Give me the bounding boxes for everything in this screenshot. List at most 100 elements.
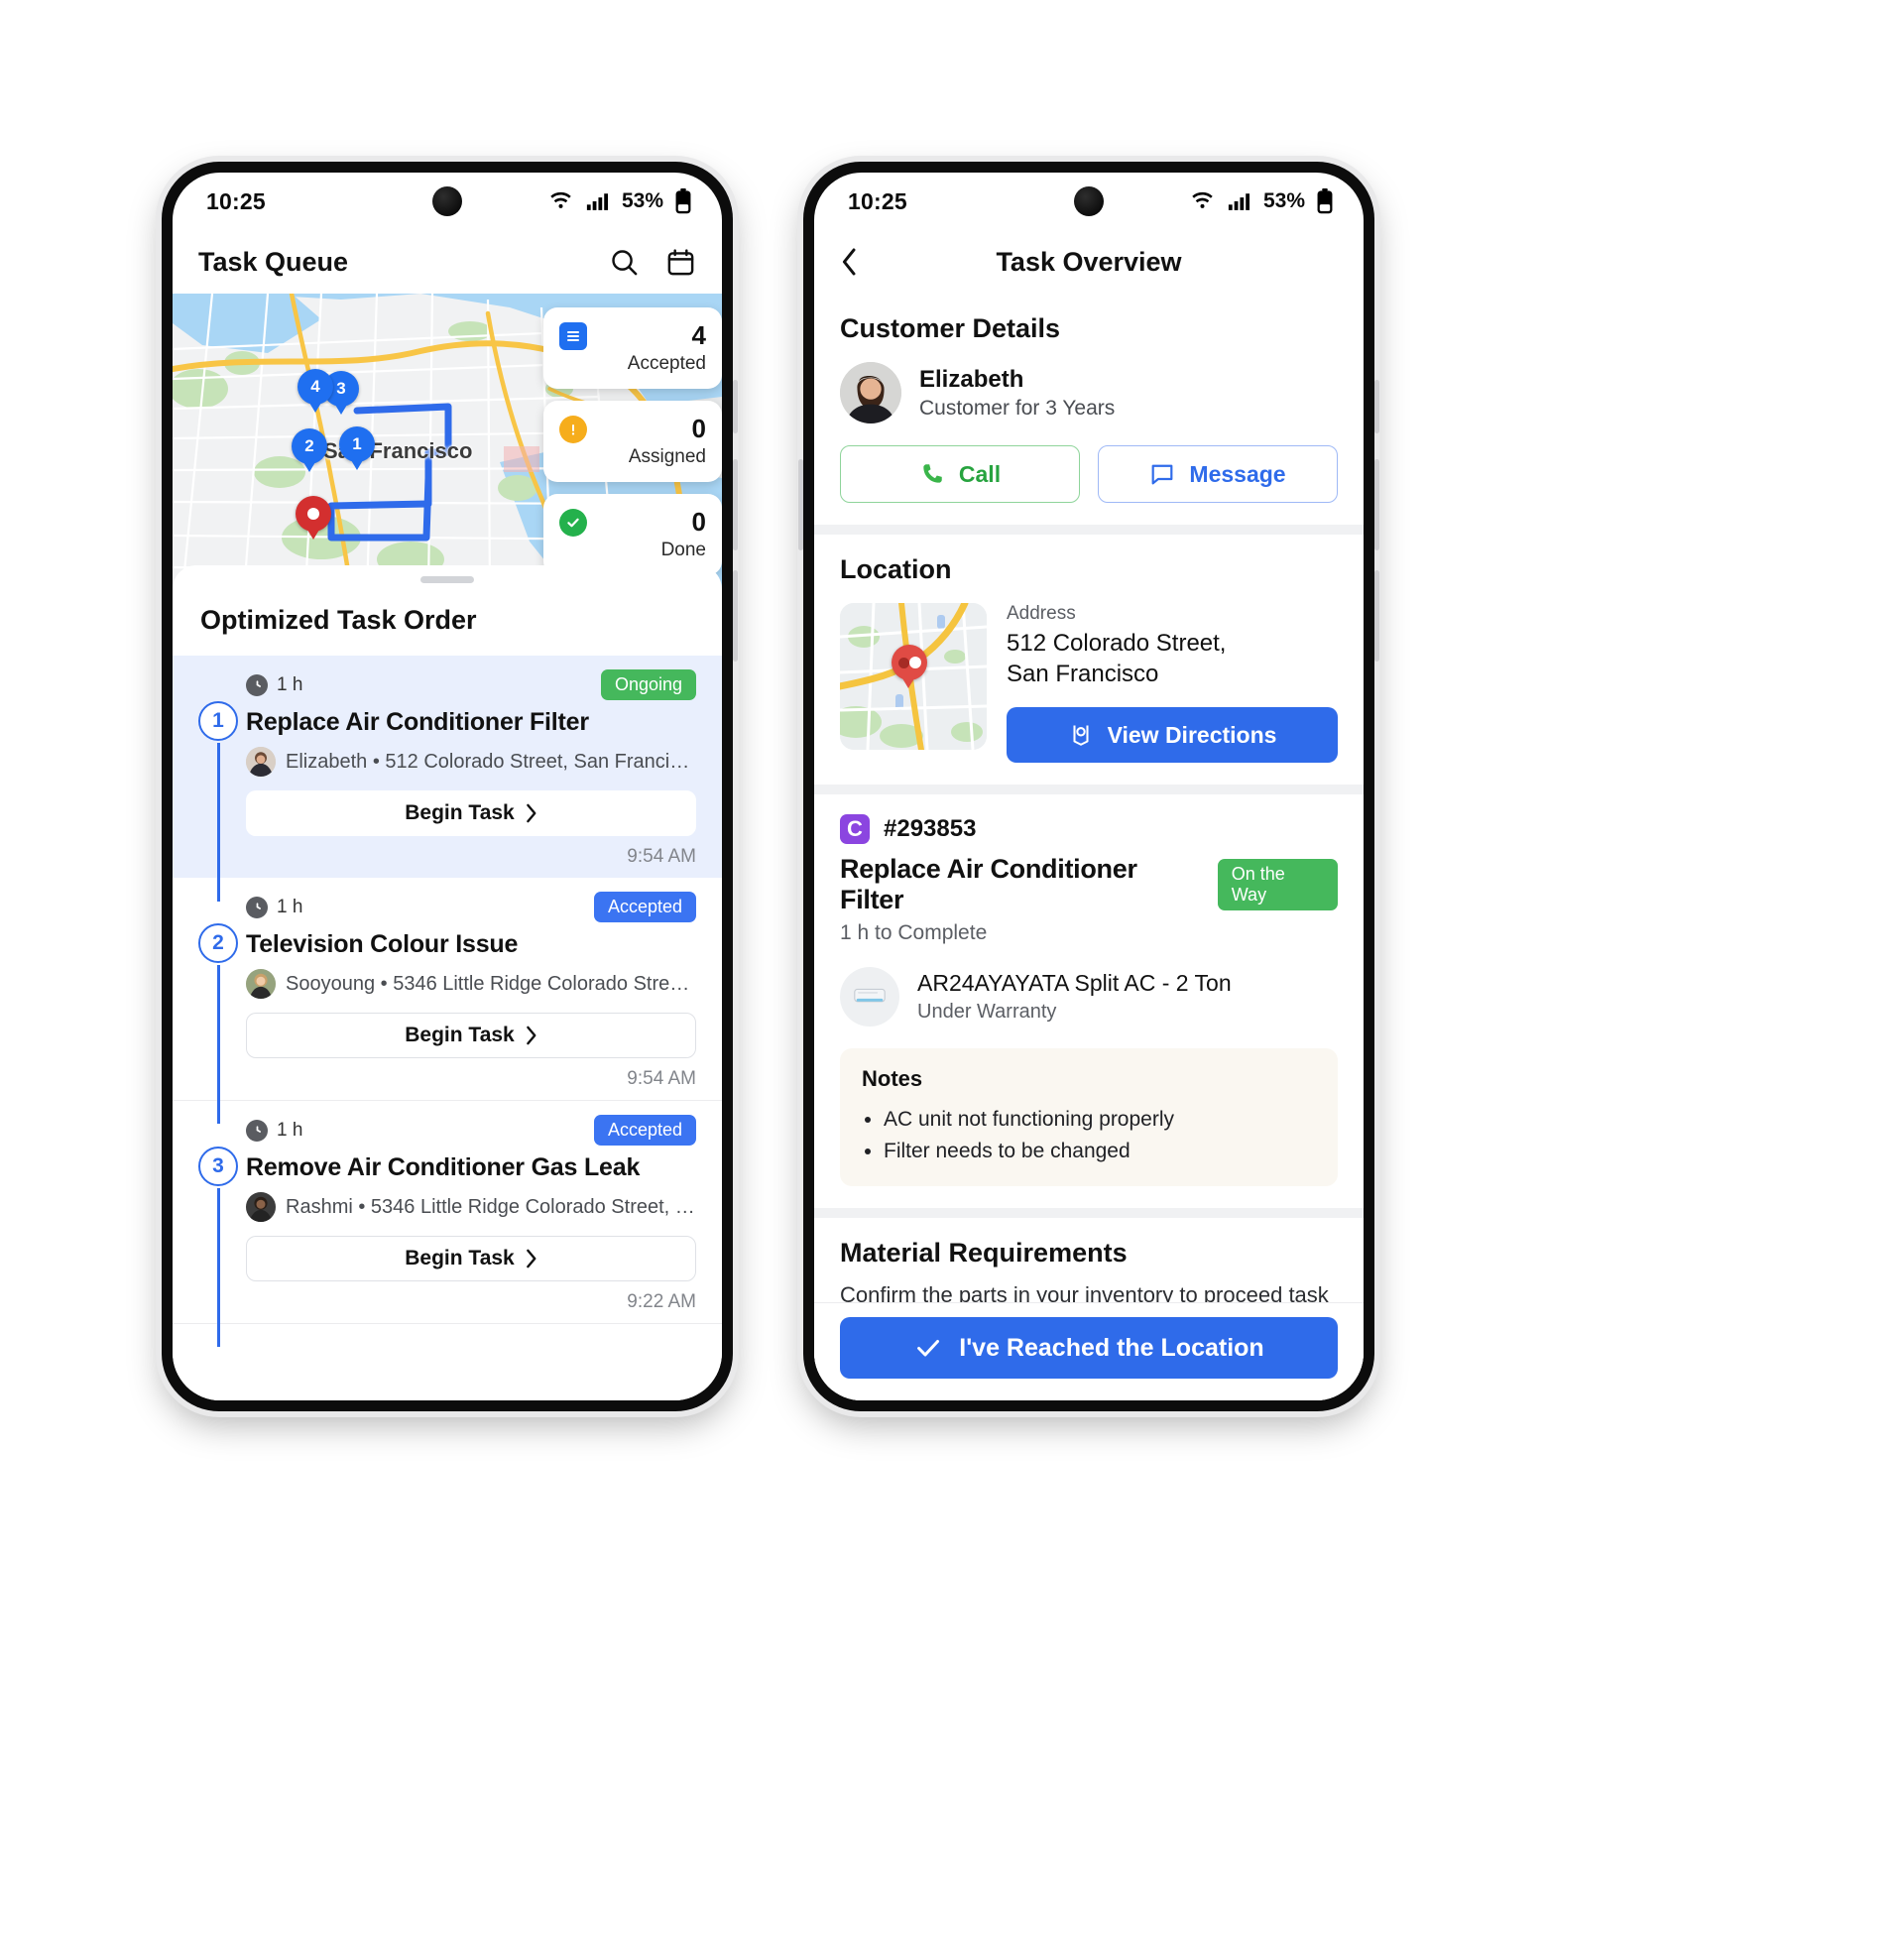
map-pin-4[interactable]: 4 (298, 369, 333, 415)
begin-task-label: Begin Task (405, 801, 515, 824)
location-minimap[interactable] (840, 603, 987, 750)
stat-value: 0 (691, 414, 706, 443)
table-row[interactable]: 2 1 h Accepted Television Colour Issue S… (173, 878, 722, 1124)
step-number: 3 (198, 1147, 238, 1186)
table-row[interactable]: 1 1 h Ongoing Replace Air Conditioner Fi… (173, 656, 722, 902)
clock-icon (246, 673, 268, 696)
begin-task-button[interactable]: Begin Task (246, 790, 696, 836)
footer-action-bar: I've Reached the Location (814, 1302, 1364, 1400)
notes-card: Notes AC unit not functioning properly F… (840, 1048, 1338, 1187)
task-detail-section: C #293853 Replace Air Conditioner Filter… (814, 794, 1364, 1208)
task-meta: Elizabeth • 512 Colorado Street, San Fra… (246, 747, 696, 777)
location-section: Location Address 512 Colorado Street, Sa… (814, 535, 1364, 785)
phone-button-volume[interactable] (1374, 459, 1379, 550)
battery-percent: 53% (1262, 189, 1305, 212)
warning-icon (559, 415, 587, 443)
notes-list: AC unit not functioning properly Filter … (884, 1104, 1316, 1166)
map-view[interactable]: San Francisco Alame 3 4 2 1 (173, 294, 722, 591)
task-title: Remove Air Conditioner Gas Leak (246, 1153, 641, 1181)
task-duration: 1 h (246, 896, 302, 918)
cellular-signal-icon (585, 191, 611, 211)
page-title: Task Queue (198, 246, 349, 277)
reached-location-button[interactable]: I've Reached the Location (840, 1317, 1338, 1379)
battery-icon (1316, 188, 1334, 214)
address-line-2: San Francisco (1007, 660, 1159, 687)
customer-row: Elizabeth Customer for 3 Years (840, 362, 1338, 423)
map-pin-2[interactable]: 2 (292, 428, 327, 474)
check-icon (913, 1333, 943, 1363)
wifi-icon (547, 191, 574, 211)
status-bar: 10:25 53% (814, 173, 1364, 230)
task-order-sheet: Optimized Task Order 1 1 h Ongoing Repla… (173, 565, 722, 1400)
map-pin-1[interactable]: 1 (339, 426, 375, 472)
task-overview-body: Customer Details Elizabeth Customer for … (814, 294, 1364, 1400)
clock-icon (246, 1119, 268, 1142)
sheet-drag-handle[interactable] (420, 576, 474, 583)
stat-value: 4 (691, 320, 706, 350)
begin-task-label: Begin Task (405, 1247, 515, 1269)
phone-button-volume[interactable] (733, 459, 738, 550)
search-icon[interactable] (609, 247, 640, 278)
table-row[interactable]: 3 1 h Accepted Remove Air Conditioner Ga… (173, 1101, 722, 1347)
device-warranty: Under Warranty (917, 1001, 1057, 1024)
step-number: 2 (198, 923, 238, 963)
calendar-icon[interactable] (665, 247, 696, 278)
device-name: AR24AYAYATA Split AC - 2 Ton (917, 970, 1232, 997)
device-row: AR24AYAYATA Split AC - 2 Ton Under Warra… (840, 967, 1338, 1027)
address-value: 512 Colorado Street, San Francisco (1007, 629, 1338, 689)
stat-label: Accepted (627, 353, 706, 374)
stat-card-assigned[interactable]: 0 Assigned (543, 401, 722, 482)
status-bar: 10:25 53% (173, 173, 722, 230)
map-pin-icon (1068, 722, 1094, 748)
chevron-right-icon (525, 1026, 537, 1045)
task-meta: Sooyoung • 5346 Little Ridge Colorado St… (246, 969, 696, 999)
chevron-right-icon (525, 1249, 537, 1269)
ticket-number: #293853 (884, 815, 977, 843)
stat-card-accepted[interactable]: 4 Accepted (543, 307, 722, 389)
begin-task-label: Begin Task (405, 1024, 515, 1046)
call-button[interactable]: Call (840, 445, 1080, 503)
chevron-right-icon (525, 803, 537, 823)
back-chevron-icon[interactable] (840, 247, 859, 277)
begin-task-button[interactable]: Begin Task (246, 1236, 696, 1281)
message-button[interactable]: Message (1098, 445, 1338, 503)
task-meta: Rashmi • 5346 Little Ridge Colorado Stre… (246, 1192, 696, 1222)
screen-task-overview: 10:25 53% Task Overview Customer Details… (814, 173, 1364, 1400)
wifi-icon (1189, 191, 1216, 211)
status-badge: Ongoing (600, 669, 696, 700)
phone-button-silent[interactable] (1374, 380, 1379, 433)
view-directions-button[interactable]: View Directions (1007, 707, 1338, 764)
task-timestamp: 9:54 AM (627, 846, 696, 867)
screen-task-queue: 10:25 53% Task Queue San Francisco 3 4 2… (173, 173, 722, 1400)
phone-button-power[interactable] (1374, 570, 1379, 662)
section-divider (814, 525, 1364, 535)
phone-button-silent[interactable] (733, 380, 738, 433)
air-conditioner-icon (840, 967, 899, 1027)
cellular-signal-icon (1227, 191, 1252, 211)
task-timestamp: 9:54 AM (627, 1068, 696, 1089)
notes-title: Notes (862, 1066, 923, 1092)
reached-location-label: I've Reached the Location (959, 1333, 1264, 1362)
task-list: 1 1 h Ongoing Replace Air Conditioner Fi… (173, 656, 722, 1400)
status-time: 10:25 (206, 187, 266, 214)
task-queue-header: Task Queue (173, 230, 722, 294)
section-title: Material Requirements (840, 1238, 1128, 1269)
clock-icon (246, 896, 268, 918)
camera-punch-hole (1074, 186, 1104, 216)
destination-marker[interactable] (296, 496, 331, 542)
stat-label: Assigned (628, 446, 706, 467)
phone-button-assistant[interactable] (798, 459, 803, 550)
section-title: Location (840, 554, 952, 584)
section-divider (814, 785, 1364, 795)
stat-card-done[interactable]: 0 Done (543, 494, 722, 575)
address-label: Address (1007, 603, 1076, 624)
stat-value: 0 (691, 507, 706, 537)
begin-task-button[interactable]: Begin Task (246, 1013, 696, 1058)
avatar (246, 747, 276, 777)
phone-button-power[interactable] (733, 570, 738, 662)
task-eta: 1 h to Complete (840, 921, 988, 945)
sheet-title: Optimized Task Order (200, 605, 477, 635)
customer-details-section: Customer Details Elizabeth Customer for … (814, 294, 1364, 525)
customer-name: Elizabeth (919, 365, 1024, 393)
battery-percent: 53% (621, 189, 663, 212)
